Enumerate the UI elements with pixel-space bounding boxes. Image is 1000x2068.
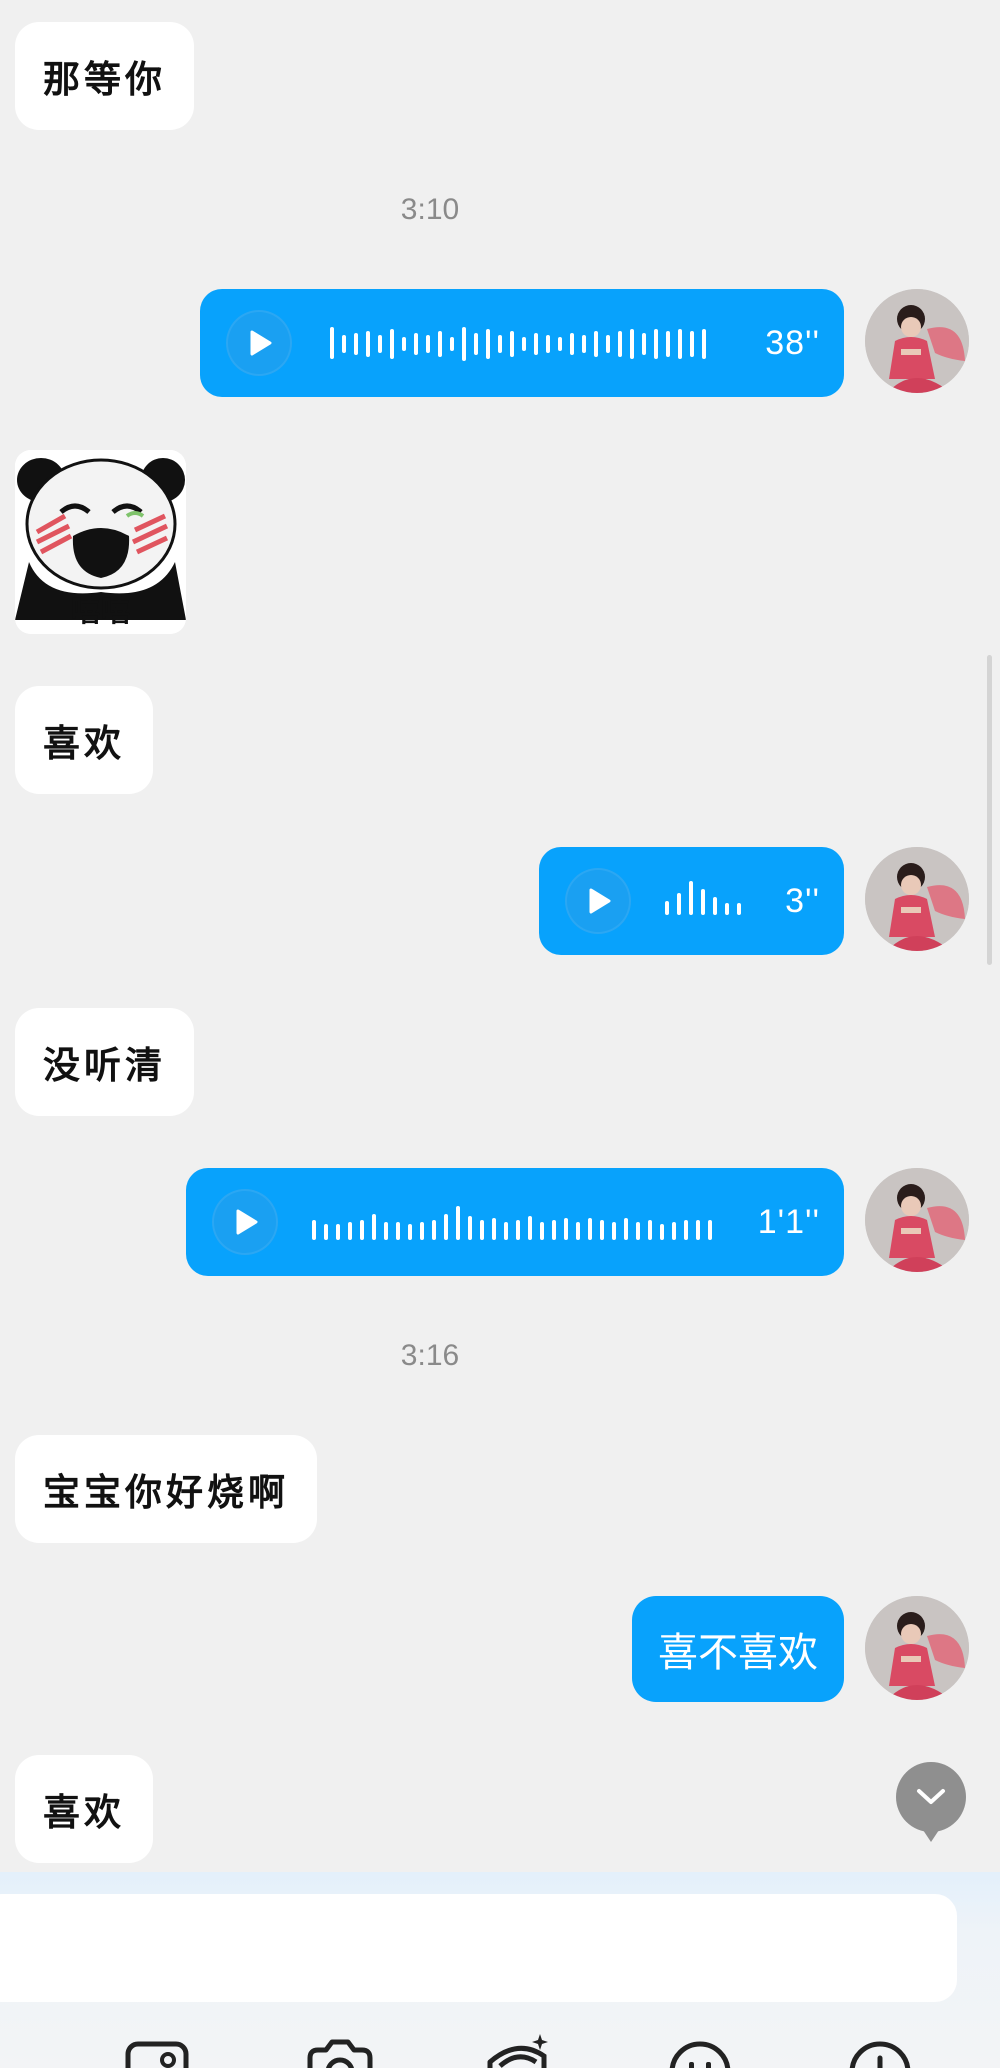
input-bar: [0, 1872, 1000, 2068]
chat-screen: 那等你 3:10 38'' 嘻嘻 喜欢 3'' 没听清 1'1'' 3:16 宝…: [0, 0, 1000, 2068]
play-icon[interactable]: [212, 1189, 278, 1255]
timestamp: 3:16: [400, 1339, 460, 1372]
message-text: 那等你: [43, 57, 166, 101]
message-text: 喜不喜欢: [658, 1630, 818, 1676]
voice-message-bubble[interactable]: 3'': [539, 847, 844, 955]
scroll-to-bottom-button[interactable]: [896, 1762, 966, 1842]
waveform-icon: [330, 327, 706, 361]
chevron-down-icon: [917, 1789, 945, 1804]
sticker-caption: 嘻嘻: [70, 594, 131, 629]
avatar[interactable]: [865, 289, 969, 393]
voice-duration: 38'': [765, 324, 820, 362]
incoming-message-bubble[interactable]: 喜欢: [15, 686, 153, 794]
voice-duration: 1'1'': [757, 1203, 820, 1241]
red-packet-icon[interactable]: [478, 2032, 558, 2068]
play-icon[interactable]: [226, 310, 292, 376]
outgoing-message-bubble[interactable]: 喜不喜欢: [632, 1596, 844, 1702]
scrollbar[interactable]: [987, 655, 992, 965]
image-icon[interactable]: [118, 2032, 198, 2068]
incoming-message-bubble[interactable]: 宝宝你好烧啊: [15, 1435, 317, 1543]
voice-duration: 3'': [785, 882, 820, 920]
avatar[interactable]: [865, 1596, 969, 1700]
emoji-icon[interactable]: [660, 2032, 740, 2068]
waveform-icon: [312, 1206, 712, 1240]
sticker-image[interactable]: 嘻嘻: [15, 450, 186, 634]
message-text: 宝宝你好烧啊: [43, 1470, 289, 1514]
camera-icon[interactable]: [300, 2032, 380, 2068]
timestamp: 3:10: [400, 193, 460, 226]
incoming-message-bubble[interactable]: 没听清: [15, 1008, 194, 1116]
voice-message-bubble[interactable]: 38'': [200, 289, 844, 397]
waveform-icon: [665, 881, 741, 915]
incoming-message-bubble[interactable]: 喜欢: [15, 1755, 153, 1863]
play-icon[interactable]: [565, 868, 631, 934]
message-input[interactable]: [0, 1894, 957, 2002]
avatar[interactable]: [865, 1168, 969, 1272]
message-text: 喜欢: [43, 721, 125, 765]
incoming-message-bubble[interactable]: 那等你: [15, 22, 194, 130]
plus-icon[interactable]: [840, 2032, 920, 2068]
message-text: 没听清: [43, 1043, 166, 1087]
avatar[interactable]: [865, 847, 969, 951]
message-text: 喜欢: [43, 1790, 125, 1834]
voice-message-bubble[interactable]: 1'1'': [186, 1168, 844, 1276]
